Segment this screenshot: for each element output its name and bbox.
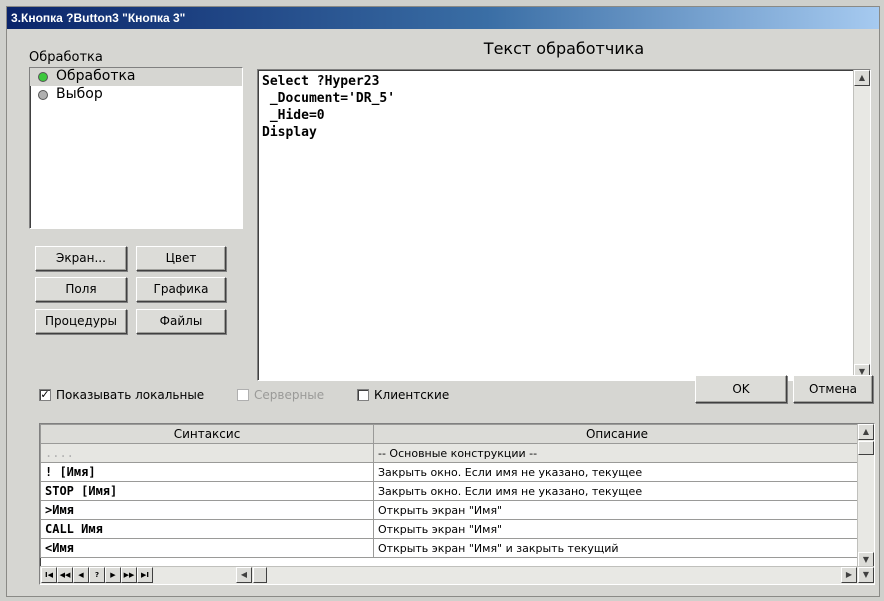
- show-local-checkbox[interactable]: ✓ Показывать локальные: [39, 388, 204, 402]
- grid-vertical-scrollbar[interactable]: ▲ ▼: [857, 424, 874, 568]
- table-row[interactable]: CALL Имя Открыть экран "Имя": [40, 519, 861, 539]
- client-label: Клиентские: [374, 388, 450, 402]
- column-header-syntax[interactable]: Синтаксис: [40, 424, 374, 444]
- description-cell: Открыть экран "Имя": [373, 500, 861, 520]
- table-row[interactable]: STOP [Имя] Закрыть окно. Если имя не ука…: [40, 481, 861, 501]
- table-row[interactable]: .... -- Основные конструкции --: [40, 443, 861, 463]
- checkbox-icon: [357, 389, 369, 401]
- description-cell: Закрыть окно. Если имя не указано, текущ…: [373, 481, 861, 501]
- horizontal-scroll-thumb[interactable]: [253, 567, 267, 583]
- window-title: 3.Кнопка ?Button3 "Кнопка 3": [7, 7, 879, 29]
- event-item-label: Выбор: [56, 86, 103, 102]
- description-cell: -- Основные конструкции --: [373, 443, 861, 463]
- syntax-cell: >Имя: [40, 500, 374, 520]
- description-cell: Открыть экран "Имя" и закрыть текущий: [373, 538, 861, 558]
- server-checkbox[interactable]: Серверные: [237, 388, 324, 402]
- scroll-thumb[interactable]: [858, 441, 874, 455]
- graphics-button[interactable]: Графика: [136, 277, 226, 302]
- handler-code: Select ?Hyper23 _Document='DR_5' _Hide=0…: [262, 74, 396, 140]
- syntax-cell: STOP [Имя]: [40, 481, 374, 501]
- status-dot-icon: [38, 90, 48, 100]
- grid-bottom-bar: I◀ ◀◀ ◀ ? ▶ ▶▶ ▶I ◀ ▶ ▼: [40, 566, 874, 584]
- checkmark-icon: ✓: [39, 388, 51, 401]
- syntax-cell: <Имя: [40, 538, 374, 558]
- events-list[interactable]: Обработка Выбор: [29, 67, 243, 229]
- event-item-select[interactable]: Выбор: [30, 86, 242, 104]
- cancel-button[interactable]: Отмена: [793, 375, 873, 403]
- show-local-label: Показывать локальные: [56, 388, 205, 402]
- prev-page-icon[interactable]: ◀◀: [57, 567, 73, 583]
- procedures-button[interactable]: Процедуры: [35, 309, 127, 334]
- prev-record-icon[interactable]: ◀: [73, 567, 89, 583]
- screen-button[interactable]: Экран...: [35, 246, 127, 271]
- status-dot-icon: [38, 72, 48, 82]
- fields-button[interactable]: Поля: [35, 277, 127, 302]
- next-record-icon[interactable]: ▶: [105, 567, 121, 583]
- scroll-down-icon[interactable]: ▼: [858, 567, 874, 583]
- color-button[interactable]: Цвет: [136, 246, 226, 271]
- events-group-label: Обработка: [29, 50, 103, 65]
- syntax-cell: ....: [40, 443, 374, 463]
- description-cell: Закрыть окно. Если имя не указано, текущ…: [373, 462, 861, 482]
- handler-code-editor[interactable]: Select ?Hyper23 _Document='DR_5' _Hide=0…: [257, 69, 871, 381]
- table-row[interactable]: <Имя Открыть экран "Имя" и закрыть текущ…: [40, 538, 861, 558]
- help-icon[interactable]: ?: [89, 567, 105, 583]
- next-page-icon[interactable]: ▶▶: [121, 567, 137, 583]
- scroll-up-icon[interactable]: ▲: [858, 424, 874, 440]
- syntax-grid[interactable]: Синтаксис Описание .... -- Основные конс…: [39, 423, 875, 585]
- scroll-up-icon[interactable]: ▲: [854, 70, 870, 86]
- record-navigator: I◀ ◀◀ ◀ ? ▶ ▶▶ ▶I: [41, 567, 153, 583]
- syntax-cell: CALL Имя: [40, 519, 374, 539]
- table-header-row: Синтаксис Описание: [40, 424, 861, 444]
- column-header-description[interactable]: Описание: [373, 424, 861, 444]
- handler-title: Текст обработчика: [483, 39, 645, 58]
- files-button[interactable]: Файлы: [136, 309, 226, 334]
- syntax-table: Синтаксис Описание .... -- Основные конс…: [40, 424, 861, 558]
- ok-button[interactable]: OK: [695, 375, 787, 403]
- syntax-cell: ! [Имя]: [40, 462, 374, 482]
- table-row[interactable]: ! [Имя] Закрыть окно. Если имя не указан…: [40, 462, 861, 482]
- description-cell: Открыть экран "Имя": [373, 519, 861, 539]
- code-vertical-scrollbar[interactable]: ▲ ▼: [853, 70, 870, 380]
- client-checkbox[interactable]: Клиентские: [357, 388, 449, 402]
- first-record-icon[interactable]: I◀: [41, 567, 57, 583]
- server-label: Серверные: [254, 388, 325, 402]
- last-record-icon[interactable]: ▶I: [137, 567, 153, 583]
- scroll-right-icon[interactable]: ▶: [841, 567, 857, 583]
- handler-editor-window: 3.Кнопка ?Button3 "Кнопка 3" Обработка О…: [6, 6, 880, 597]
- table-row[interactable]: >Имя Открыть экран "Имя": [40, 500, 861, 520]
- event-item-processing[interactable]: Обработка: [30, 68, 242, 86]
- checkbox-icon: [237, 389, 249, 401]
- scroll-left-icon[interactable]: ◀: [236, 567, 252, 583]
- event-item-label: Обработка: [56, 68, 136, 84]
